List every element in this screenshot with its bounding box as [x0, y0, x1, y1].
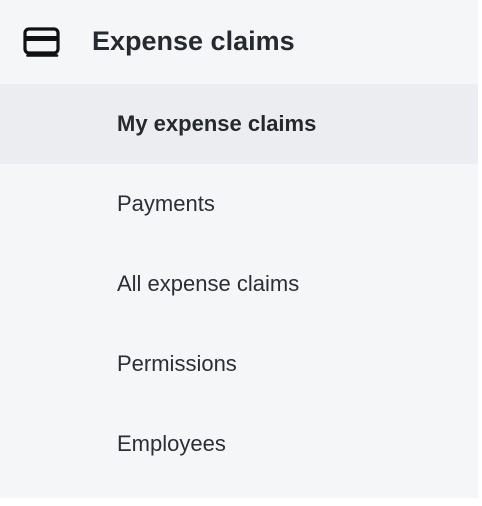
nav-item-employees[interactable]: Employees [0, 404, 478, 484]
nav-item-permissions[interactable]: Permissions [0, 324, 478, 404]
nav-item-my-expense-claims[interactable]: My expense claims [0, 84, 478, 164]
nav-item-payments[interactable]: Payments [0, 164, 478, 244]
nav-item-label: My expense claims [117, 111, 317, 136]
credit-card-icon [23, 27, 60, 57]
nav-item-label: All expense claims [117, 271, 300, 296]
nav-item-label: Permissions [117, 351, 237, 376]
expense-claims-nav: Expense claims My expense claims Payment… [0, 0, 478, 498]
section-title: Expense claims [92, 26, 295, 56]
nav-item-all-expense-claims[interactable]: All expense claims [0, 244, 478, 324]
nav-item-label: Employees [117, 431, 226, 456]
nav-list: My expense claims Payments All expense c… [0, 84, 478, 484]
section-header-expense-claims[interactable]: Expense claims [0, 0, 478, 84]
nav-item-label: Payments [117, 191, 215, 216]
